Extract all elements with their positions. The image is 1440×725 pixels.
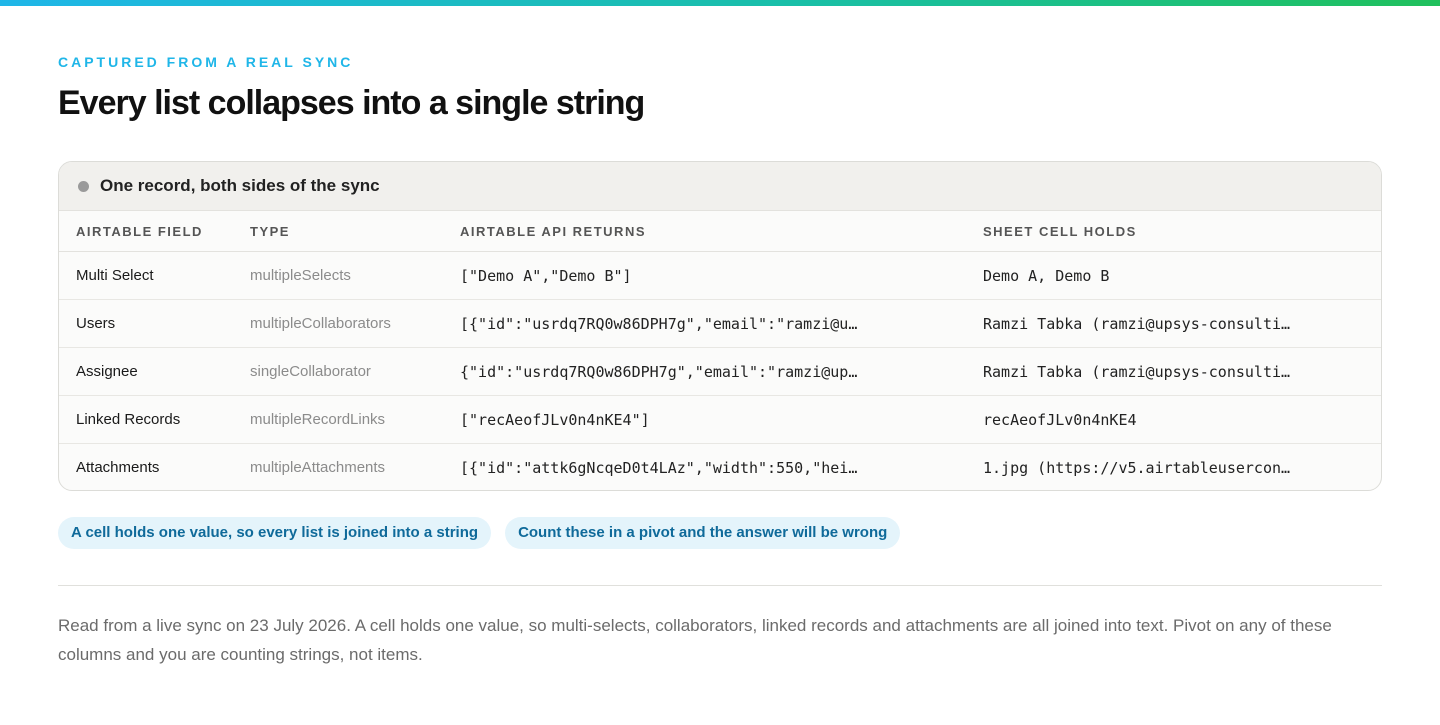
status-dot-icon [78,180,89,192]
field-name: Assignee [59,347,250,396]
api-value-text: ["recAeofJLv0n4nKE4"] [460,410,650,429]
table-header-row: AIRTABLE FIELD TYPE AIRTABLE API RETURNS… [59,211,1381,252]
sheet-value: Ramzi Tabka (ramzi@upsys-consulti… [983,347,1381,396]
table-row: Assignee singleCollaborator {"id":"usrdq… [59,347,1381,396]
callout-pills: A cell holds one value, so every list is… [58,517,901,549]
sync-record-card: One record, both sides of the sync AIRTA… [58,161,1382,491]
section-divider [58,585,1382,586]
table-row: Users multipleCollaborators [{"id":"usrd… [59,299,1381,348]
column-header-sheet: SHEET CELL HOLDS [983,211,1381,252]
api-value-text: [{"id":"attk6gNcqeD0t4LAz","width":550,"… [460,458,858,477]
api-value: [{"id":"usrdq7RQ0w86DPH7g","email":"ramz… [460,299,983,348]
callout-pill-joined: A cell holds one value, so every list is… [58,517,492,549]
column-header-type: TYPE [250,211,460,252]
table-row: Attachments multipleAttachments [{"id":"… [59,444,1381,491]
api-value: ["recAeofJLv0n4nKE4"] [460,395,983,444]
card-title: One record, both sides of the sync [100,176,380,195]
field-name: Users [59,299,250,348]
sheet-value: Ramzi Tabka (ramzi@upsys-consulti… [983,299,1381,348]
field-type: multipleCollaborators [250,299,460,348]
table-row: Linked Records multipleRecordLinks ["rec… [59,395,1381,444]
accent-gradient-bar [0,0,1440,6]
sheet-value: 1.jpg (https://v5.airtableusercon… [983,444,1381,491]
eyebrow-label: CAPTURED FROM A REAL SYNC [58,54,354,70]
sheet-value-text: recAeofJLv0n4nKE4 [983,410,1137,429]
api-value-text: [{"id":"usrdq7RQ0w86DPH7g","email":"ramz… [460,314,858,333]
footnote-text: Read from a live sync on 23 July 2026. A… [58,616,1332,664]
sheet-value: Demo A, Demo B [983,251,1381,300]
sheet-value-text: 1.jpg (https://v5.airtableusercon… [983,458,1291,477]
column-header-api: AIRTABLE API RETURNS [460,211,983,252]
card-header: One record, both sides of the sync [59,162,1381,211]
api-value-text: {"id":"usrdq7RQ0w86DPH7g","email":"ramzi… [460,362,858,381]
column-header-field: AIRTABLE FIELD [59,211,250,252]
api-value: ["Demo A","Demo B"] [460,251,983,300]
sheet-value-text: Ramzi Tabka (ramzi@upsys-consulti… [983,362,1291,381]
page-title: Every list collapses into a single strin… [58,84,645,122]
field-type: multipleAttachments [250,459,386,476]
field-type: singleCollaborator [250,347,460,396]
sheet-value-text: Demo A, Demo B [983,266,1110,285]
table-row: Multi Select multipleSelects ["Demo A","… [59,251,1381,300]
api-value-text: ["Demo A","Demo B"] [460,266,632,285]
field-name: Attachments [76,459,160,476]
callout-pill-pivot: Count these in a pivot and the answer wi… [505,517,901,549]
sheet-value: recAeofJLv0n4nKE4 [983,395,1381,444]
comparison-table: AIRTABLE FIELD TYPE AIRTABLE API RETURNS… [59,211,1381,491]
sheet-value-text: Ramzi Tabka (ramzi@upsys-consulti… [983,314,1291,333]
api-value: [{"id":"attk6gNcqeD0t4LAz","width":550,"… [460,444,983,491]
field-name: Multi Select [59,251,250,300]
field-name: Linked Records [59,395,250,444]
api-value: {"id":"usrdq7RQ0w86DPH7g","email":"ramzi… [460,347,983,396]
field-type: multipleSelects [250,251,460,300]
field-type: multipleRecordLinks [250,395,460,444]
